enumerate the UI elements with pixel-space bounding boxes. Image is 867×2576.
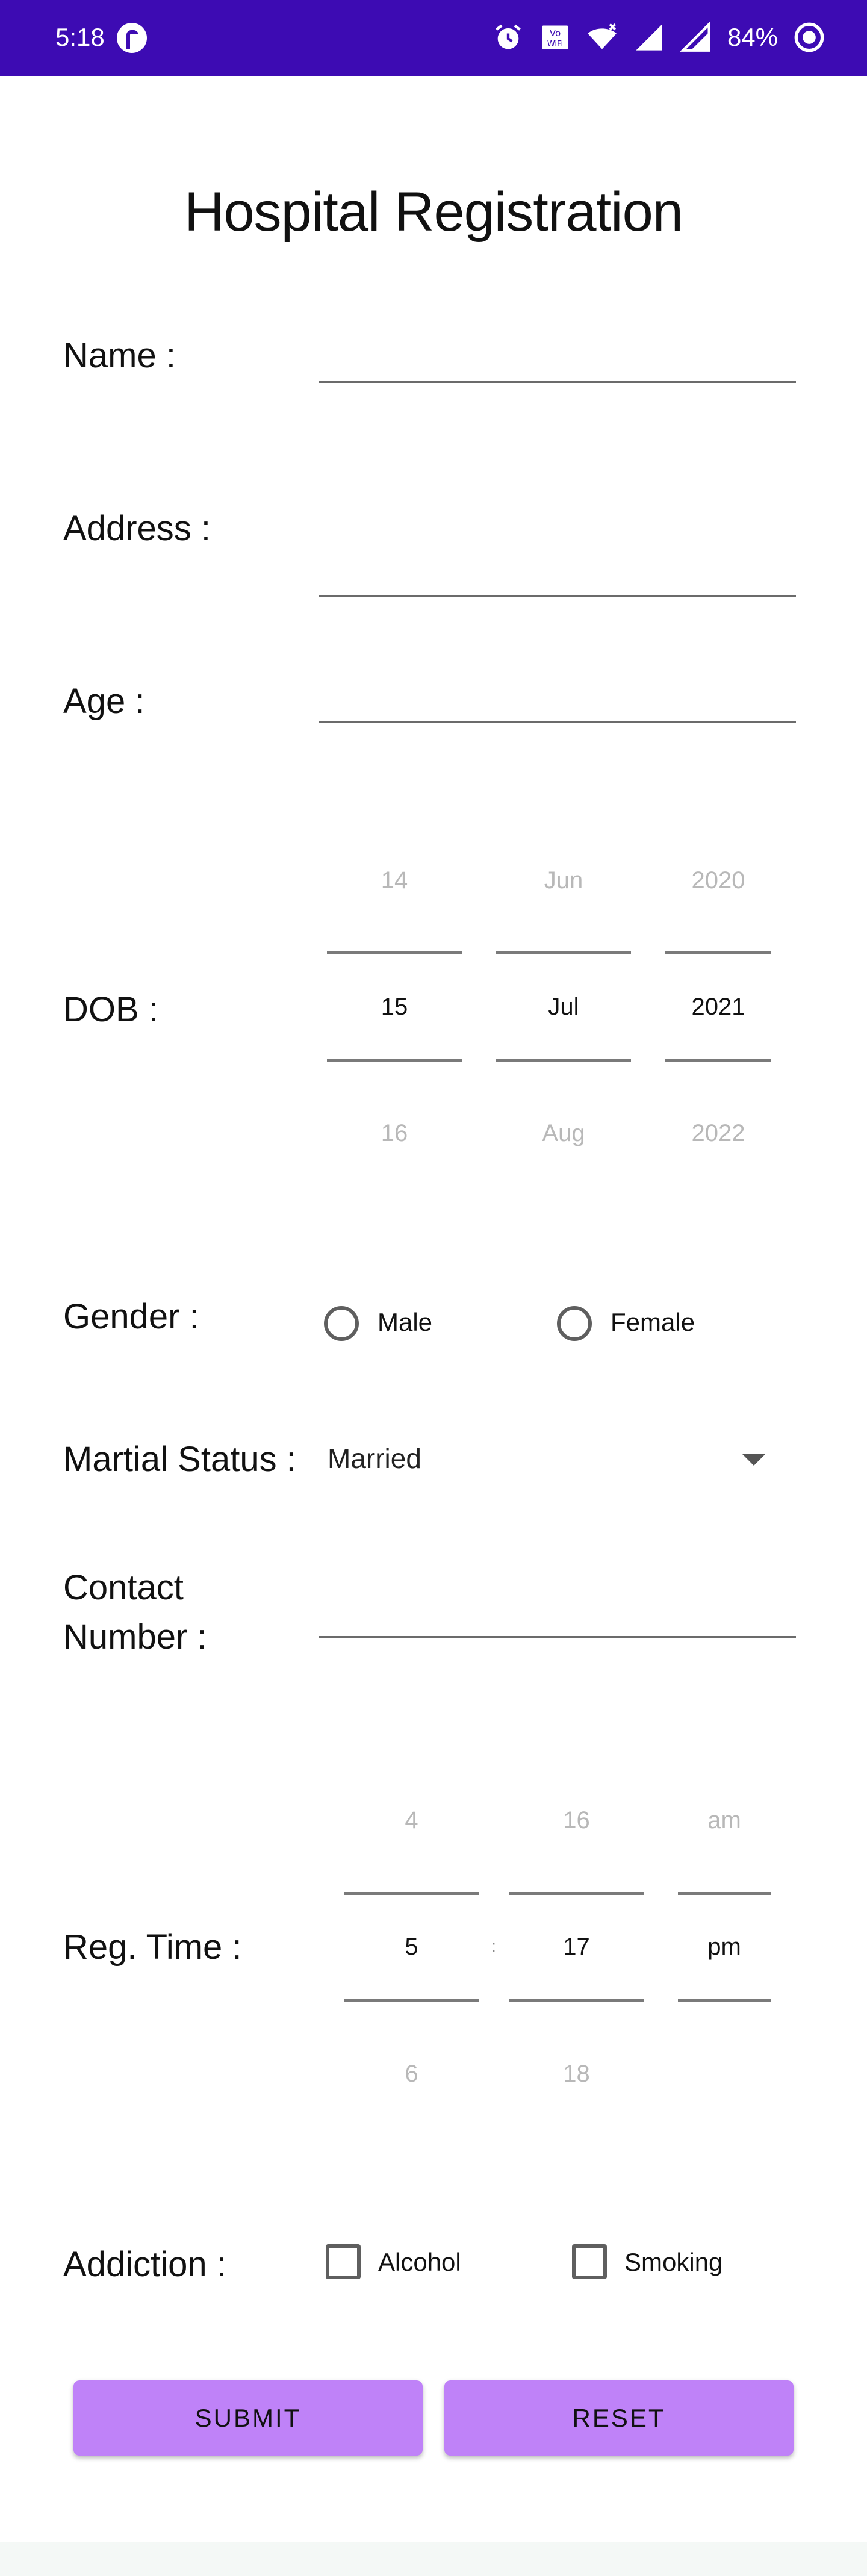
reg-minute-next[interactable]: 18 [509,2061,644,2088]
dob-year-divider-bottom [665,1059,771,1062]
reg-time-separator: : [491,1937,496,1955]
alcohol-label[interactable]: Alcohol [378,2248,461,2277]
age-input[interactable] [319,721,796,723]
gender-male-radio[interactable] [324,1306,359,1341]
gender-female-radio[interactable] [557,1306,592,1341]
alcohol-checkbox[interactable] [326,2244,361,2279]
reg-hour-next[interactable]: 6 [344,2061,479,2088]
reg-ampm-prev[interactable]: am [678,1807,771,1834]
dob-month-divider-top [496,951,631,954]
status-bar: 5:18 Vo WiFi 84% [0,0,867,76]
reg-ampm-divider-top [678,1892,771,1895]
address-label: Address : [63,509,211,548]
marital-status-value[interactable]: Married [328,1442,421,1475]
reset-button[interactable]: RESET [444,2380,794,2456]
dob-year-value[interactable]: 2021 [665,994,771,1021]
vowifi-icon: Vo WiFi [542,25,568,49]
reg-minute-prev[interactable]: 16 [509,1807,644,1834]
smoking-label[interactable]: Smoking [624,2248,722,2277]
name-label: Name : [63,336,176,375]
reg-hour-divider-top [344,1892,479,1895]
dob-label: DOB : [63,990,158,1029]
gender-female-label[interactable]: Female [611,1308,695,1337]
signal-icon-2 [680,22,710,52]
dob-year-next[interactable]: 2022 [665,1120,771,1147]
smoking-checkbox[interactable] [572,2244,607,2279]
addiction-label: Addiction : [63,2245,226,2284]
svg-text:Vo: Vo [550,28,561,39]
contact-number-input[interactable] [319,1636,796,1638]
dob-month-next[interactable]: Aug [496,1120,631,1147]
address-input[interactable] [319,595,796,597]
svg-text:WiFi: WiFi [547,40,563,49]
submit-button[interactable]: SUBMIT [73,2380,423,2456]
app-icon [117,23,147,53]
dob-day-divider-bottom [327,1059,462,1062]
status-icons: Vo WiFi 84% [493,19,825,55]
dob-day-value[interactable]: 15 [327,994,462,1021]
reg-minute-divider-top [509,1892,644,1895]
age-label: Age : [63,682,145,721]
battery-percent: 84% [727,23,778,51]
bottom-strip [0,2542,867,2576]
reg-hour-value[interactable]: 5 [344,1934,479,1961]
dob-month-value[interactable]: Jul [496,994,631,1021]
dob-year-divider-top [665,951,771,954]
contact-label-line2: Number : [63,1617,207,1657]
alarm-icon [496,24,521,49]
dob-day-prev[interactable]: 14 [327,867,462,894]
dob-day-next[interactable]: 16 [327,1120,462,1147]
page-title: Hospital Registration [184,181,683,243]
reg-minute-value[interactable]: 17 [509,1934,644,1961]
reg-hour-divider-bottom [344,1999,479,2002]
dob-month-prev[interactable]: Jun [496,867,631,894]
reg-hour-prev[interactable]: 4 [344,1807,479,1834]
battery-saver-icon [794,22,824,52]
reg-minute-divider-bottom [509,1999,644,2002]
gender-label: Gender : [63,1297,199,1336]
reg-ampm-divider-bottom [678,1999,771,2002]
dropdown-arrow-icon[interactable] [742,1454,765,1466]
name-input[interactable] [319,381,796,383]
marital-status-label: Martial Status : [63,1440,296,1479]
dob-day-divider-top [327,951,462,954]
dob-year-prev[interactable]: 2020 [665,867,771,894]
status-time: 5:18 [55,23,105,51]
wifi-icon [588,23,617,49]
reg-time-label: Reg. Time : [63,1927,242,1967]
reg-ampm-value[interactable]: pm [678,1934,771,1961]
signal-icon [636,24,662,51]
contact-label-line1: Contact [63,1568,184,1607]
dob-month-divider-bottom [496,1059,631,1062]
gender-male-label[interactable]: Male [378,1308,432,1337]
